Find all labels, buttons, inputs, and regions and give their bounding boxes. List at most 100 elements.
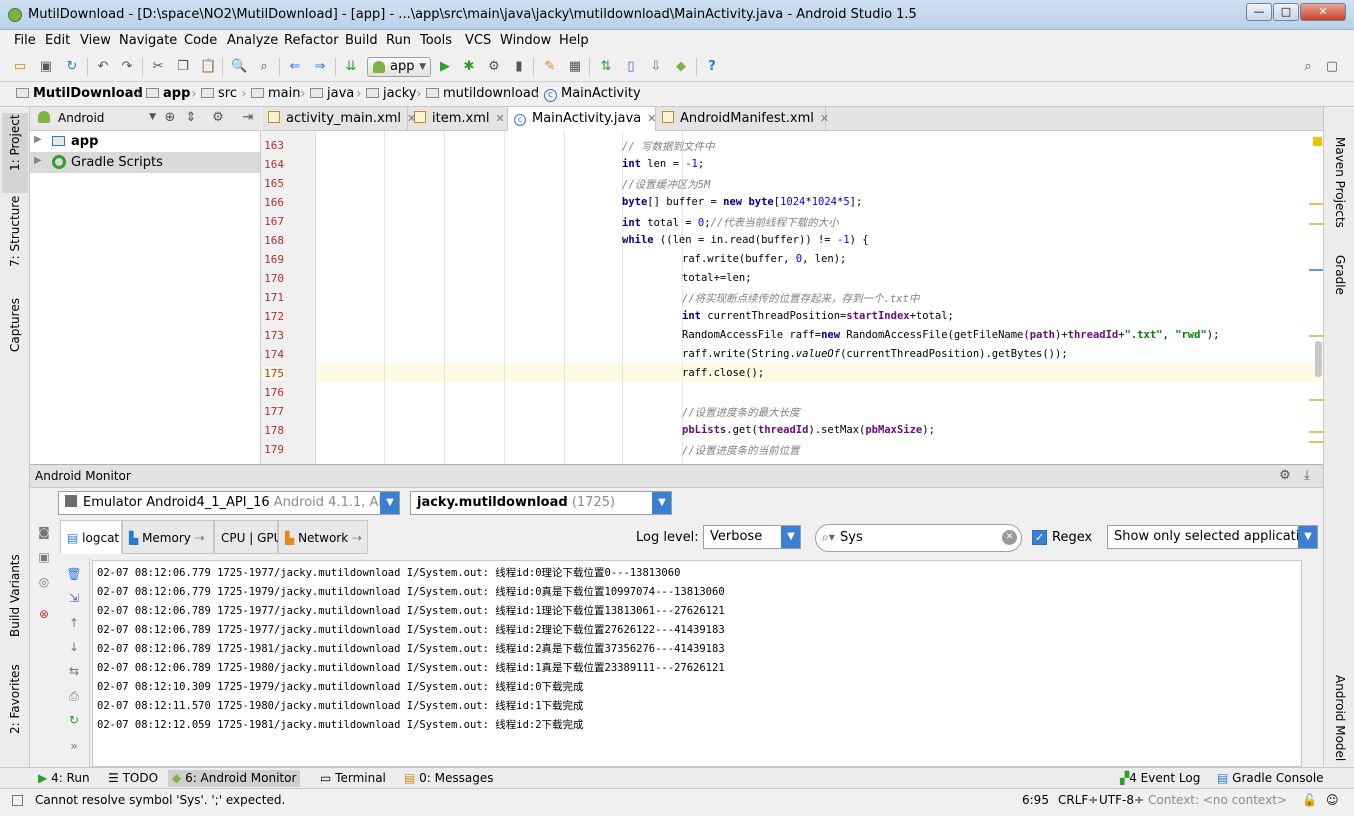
breadcrumb-main[interactable]: main <box>251 84 300 104</box>
sync-gradle-icon[interactable]: ⇅ <box>598 59 614 75</box>
menu-window[interactable]: Window <box>500 33 551 48</box>
menu-navigate[interactable]: Navigate <box>119 33 177 48</box>
open-folder-icon[interactable]: ▭ <box>12 59 28 75</box>
maven-projects-tool-button[interactable]: Maven Projects <box>1333 137 1347 228</box>
close-window-button[interactable]: ✕ <box>1300 3 1346 21</box>
scroll-from-source-icon[interactable]: ⊕ <box>162 110 178 126</box>
close-icon[interactable]: ✕ <box>820 112 829 125</box>
error-stripe-mark[interactable] <box>1309 223 1323 225</box>
lock-icon[interactable]: 🔓 <box>1302 791 1317 809</box>
undo-icon[interactable]: ↶ <box>95 59 111 75</box>
menu-file[interactable]: File <box>14 33 36 48</box>
close-icon[interactable]: ✕ <box>647 112 656 125</box>
tab-network[interactable]: ▙ Network ⇢ <box>278 520 368 554</box>
tab-cpu-gpu[interactable]: CPU | GPU <box>214 520 282 554</box>
build-variants-tool-button[interactable]: Build Variants <box>8 554 22 637</box>
error-stripe-mark[interactable] <box>1309 269 1323 271</box>
terminate-app-icon[interactable]: ⊗ <box>36 606 52 622</box>
restart-icon[interactable]: ↻ <box>66 712 82 728</box>
code-editor[interactable]: // 写数据到文件中 int len = -1; //设置缓冲区为5M byte… <box>316 131 1323 464</box>
find-icon[interactable]: 🔍 <box>231 59 247 75</box>
tree-item-gradle-scripts[interactable]: ▶ Gradle Scripts <box>30 152 260 173</box>
scroll-to-end-icon[interactable]: ⇲ <box>66 590 82 606</box>
breadcrumb-project[interactable]: MutilDownload <box>16 84 143 104</box>
structure-tool-button[interactable]: 7: Structure <box>8 196 22 267</box>
todo-tool-button[interactable]: ☰ TODO <box>104 770 162 787</box>
close-icon[interactable]: ✕ <box>495 112 504 125</box>
editor-scrollbar-thumb[interactable] <box>1315 341 1322 377</box>
android-monitor-tool-button[interactable]: ◆ 6: Android Monitor <box>168 770 301 787</box>
menu-tools[interactable]: Tools <box>420 33 452 48</box>
file-encoding[interactable]: UTF-8÷ <box>1099 791 1144 809</box>
breadcrumb-jacky[interactable]: jacky <box>366 84 416 104</box>
process-select[interactable]: jacky.mutildownload (1725) ▼ <box>410 491 672 515</box>
gear-icon[interactable]: ⚙ <box>210 110 226 126</box>
breadcrumb-java[interactable]: java <box>310 84 354 104</box>
device-select[interactable]: Emulator Android4_1_API_16 Android 4.1.1… <box>58 491 400 515</box>
inspection-status-icon[interactable] <box>1313 137 1322 146</box>
clear-icon[interactable]: ✕ <box>1002 530 1017 545</box>
tab-androidmanifest-xml[interactable]: AndroidManifest.xml ✕ <box>656 107 829 131</box>
menu-refactor[interactable]: Refactor <box>284 33 339 48</box>
breadcrumb-src[interactable]: src <box>201 84 237 104</box>
down-stack-icon[interactable]: ↓ <box>66 639 82 655</box>
search-everywhere-icon[interactable]: ⌕ <box>1300 59 1316 75</box>
project-view-select[interactable]: Android ▼ <box>58 111 156 127</box>
cut-icon[interactable]: ✂ <box>150 59 166 75</box>
run-config-select[interactable]: app ▼ <box>367 57 431 77</box>
event-log-tool-button[interactable]: ▞4 Event Log <box>1116 770 1204 787</box>
make-project-icon[interactable]: ⇊ <box>343 59 359 75</box>
regex-checkbox[interactable]: ✓ <box>1032 530 1047 545</box>
messages-tool-button[interactable]: ▤ 0: Messages <box>400 770 498 787</box>
sdk-manager-icon[interactable]: ⇩ <box>648 59 664 75</box>
error-stripe-mark[interactable] <box>1309 441 1323 443</box>
error-stripe-mark[interactable] <box>1309 399 1323 401</box>
replace-icon[interactable]: ⌕ <box>256 59 272 75</box>
redo-icon[interactable]: ↷ <box>119 59 135 75</box>
run-tool-button[interactable]: ▶ 4: Run <box>34 770 94 787</box>
copy-icon[interactable]: ❐ <box>175 59 191 75</box>
system-info-icon[interactable]: ◎ <box>36 574 52 590</box>
logcat-output[interactable]: 02-07 08:12:06.779 1725-1977/jacky.mutil… <box>92 560 1302 767</box>
help-icon[interactable]: ? <box>704 59 720 75</box>
breadcrumb-app[interactable]: app <box>146 84 190 104</box>
filter-select[interactable]: Show only selected application ▼ <box>1107 525 1318 549</box>
gear-icon[interactable]: ⚙ <box>1277 468 1293 484</box>
breadcrumb-mainactivity[interactable]: c MainActivity <box>544 84 641 104</box>
up-stack-icon[interactable]: ↑ <box>66 615 82 631</box>
user-icon[interactable]: ▢ <box>1324 59 1340 75</box>
log-level-select[interactable]: Verbose ▼ <box>703 525 801 549</box>
menu-code[interactable]: Code <box>184 33 217 48</box>
hide-panel-icon[interactable]: ⇥ <box>240 110 256 126</box>
tab-mainactivity-java[interactable]: c MainActivity.java ✕ <box>508 107 656 132</box>
gradle-console-tool-button[interactable]: ▤ Gradle Console <box>1213 770 1328 787</box>
forward-icon[interactable]: ⇒ <box>312 59 328 75</box>
paste-icon[interactable]: 📋 <box>200 59 216 75</box>
attach-debugger-icon[interactable]: ⚙ <box>486 59 502 75</box>
menu-analyze[interactable]: Analyze <box>227 33 278 48</box>
hide-panel-icon[interactable]: ⤓ <box>1299 468 1315 484</box>
project-structure-icon[interactable]: ▦ <box>567 59 583 75</box>
hector-icon[interactable]: ☺ <box>1326 791 1339 809</box>
gradle-tool-button[interactable]: Gradle <box>1333 255 1347 295</box>
back-icon[interactable]: ⇐ <box>287 59 303 75</box>
more-icon[interactable]: » <box>66 738 82 754</box>
caret-position[interactable]: 6:95 <box>1022 791 1049 809</box>
debug-icon[interactable]: ✱ <box>461 59 477 75</box>
save-icon[interactable]: ▣ <box>38 59 54 75</box>
error-stripe-mark[interactable] <box>1309 431 1323 433</box>
toggle-tool-windows-icon[interactable] <box>12 795 23 806</box>
screen-record-icon[interactable]: ▣ <box>36 549 52 565</box>
soft-wrap-icon[interactable]: ⇆ <box>66 663 82 679</box>
minimize-button[interactable]: — <box>1246 3 1272 21</box>
project-tool-button[interactable]: 1: Project <box>8 114 22 171</box>
tab-memory[interactable]: ▙ Memory ⇢ <box>122 520 214 554</box>
avd-manager-icon[interactable]: ▯ <box>623 59 639 75</box>
log-search-input[interactable]: ⌕▾ Sys ✕ <box>815 524 1022 552</box>
tab-activity-main-xml[interactable]: activity_main.xml ✕ <box>262 107 416 131</box>
terminal-tool-button[interactable]: ▭ Terminal <box>316 770 390 787</box>
collapse-all-icon[interactable]: ⇕ <box>183 110 199 126</box>
tab-item-xml[interactable]: item.xml ✕ <box>408 107 508 131</box>
error-stripe-mark[interactable] <box>1309 335 1323 337</box>
menu-help[interactable]: Help <box>559 33 589 48</box>
